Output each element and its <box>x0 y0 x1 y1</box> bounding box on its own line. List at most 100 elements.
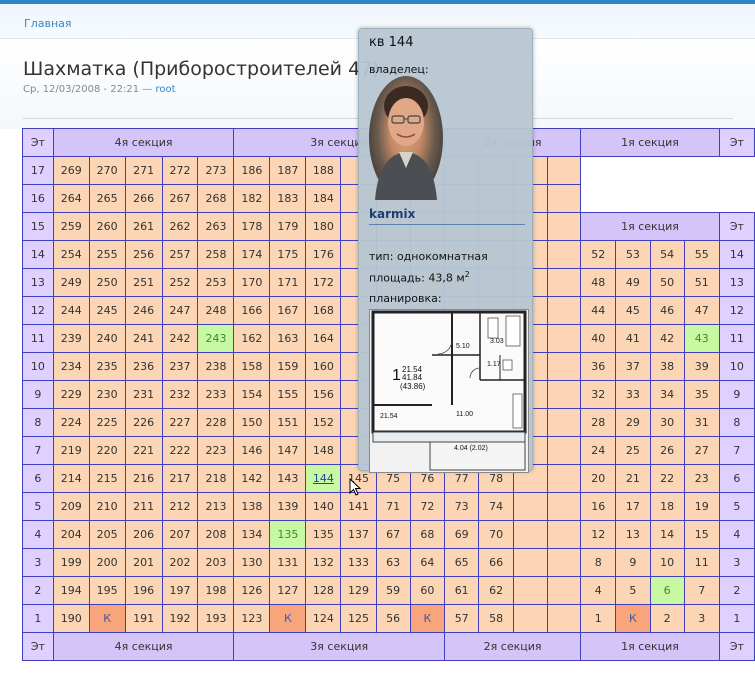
apartment-cell[interactable]: 147 <box>269 436 307 465</box>
apartment-cell[interactable]: 47 <box>683 296 720 325</box>
apartment-cell[interactable]: 44 <box>580 296 617 325</box>
apartment-cell[interactable]: 127 <box>269 576 307 605</box>
apartment-cell[interactable]: 216 <box>124 464 163 493</box>
apartment-cell[interactable]: 265 <box>88 184 126 213</box>
apartment-cell[interactable]: 186 <box>233 156 271 185</box>
apartment-cell[interactable]: 245 <box>88 296 126 325</box>
apartment-cell[interactable]: 64 <box>409 548 445 577</box>
apartment-cell[interactable]: 26 <box>649 436 685 465</box>
owner-avatar[interactable] <box>369 76 443 200</box>
apartment-cell[interactable] <box>546 212 582 241</box>
apartment-cell[interactable]: 222 <box>161 436 199 465</box>
apartment-cell[interactable]: 255 <box>88 240 126 269</box>
apartment-cell[interactable]: 183 <box>269 184 307 213</box>
apartment-cell[interactable]: 18 <box>649 492 685 521</box>
apartment-cell[interactable]: 175 <box>269 240 307 269</box>
apartment-cell[interactable]: 65 <box>443 548 480 577</box>
apartment-cell[interactable]: 13 <box>615 520 651 549</box>
apartment-cell[interactable]: 2 <box>649 604 685 633</box>
apartment-cell[interactable]: 30 <box>649 408 685 437</box>
apartment-cell[interactable]: 49 <box>615 268 651 297</box>
apartment-cell[interactable]: 230 <box>88 380 126 409</box>
apartment-cell[interactable]: 209 <box>52 492 90 521</box>
apartment-cell[interactable]: 242 <box>161 324 199 353</box>
apartment-cell[interactable]: 152 <box>305 408 342 437</box>
apartment-cell[interactable]: 198 <box>197 576 235 605</box>
apartment-cell[interactable]: 126 <box>233 576 271 605</box>
apartment-cell[interactable]: 217 <box>161 464 199 493</box>
apartment-cell[interactable]: 272 <box>161 156 199 185</box>
apartment-cell[interactable]: 215 <box>88 464 126 493</box>
apartment-cell[interactable] <box>546 240 582 269</box>
apartment-cell[interactable]: 263 <box>197 212 235 241</box>
apartment-cell[interactable]: 239 <box>52 324 90 353</box>
apartment-cell[interactable]: 260 <box>88 212 126 241</box>
apartment-cell[interactable]: 182 <box>233 184 271 213</box>
owner-username[interactable]: karmix <box>369 207 415 221</box>
apartment-cell[interactable]: 42 <box>649 324 685 353</box>
apartment-cell[interactable]: 246 <box>124 296 163 325</box>
apartment-cell[interactable]: 158 <box>233 352 271 381</box>
apartment-cell[interactable]: 269 <box>52 156 90 185</box>
apartment-cell[interactable]: 221 <box>124 436 163 465</box>
apartment-cell[interactable]: 17 <box>615 492 651 521</box>
apartment-cell[interactable]: 55 <box>683 240 720 269</box>
apartment-cell[interactable] <box>512 548 548 577</box>
apartment-cell[interactable] <box>546 156 582 185</box>
apartment-cell[interactable]: 134 <box>233 520 271 549</box>
apartment-cell[interactable]: 273 <box>197 156 235 185</box>
apartment-cell[interactable]: 267 <box>161 184 199 213</box>
apartment-cell[interactable]: 238 <box>197 352 235 381</box>
apartment-cell[interactable]: 202 <box>161 548 199 577</box>
apartment-cell[interactable]: 125 <box>340 604 377 633</box>
apartment-cell[interactable]: 193 <box>197 604 235 633</box>
apartment-cell[interactable]: 187 <box>269 156 307 185</box>
apartment-cell[interactable]: 219 <box>52 436 90 465</box>
apartment-cell[interactable]: 58 <box>478 604 514 633</box>
apartment-cell[interactable]: 231 <box>124 380 163 409</box>
apartment-cell[interactable]: 268 <box>197 184 235 213</box>
apartment-cell[interactable]: 257 <box>161 240 199 269</box>
apartment-cell[interactable]: 140 <box>305 492 342 521</box>
apartment-cell[interactable]: 31 <box>683 408 720 437</box>
apartment-cell[interactable]: 12 <box>580 520 617 549</box>
apartment-cell[interactable]: 63 <box>375 548 411 577</box>
apartment-cell[interactable]: 220 <box>88 436 126 465</box>
apartment-cell[interactable]: 50 <box>649 268 685 297</box>
apartment-cell[interactable]: 60 <box>409 576 445 605</box>
apartment-cell[interactable]: 72 <box>409 492 445 521</box>
apartment-cell[interactable]: 61 <box>443 576 480 605</box>
apartment-cell[interactable]: 71 <box>375 492 411 521</box>
apartment-cell[interactable]: 232 <box>161 380 199 409</box>
apartment-cell[interactable]: 21 <box>615 464 651 493</box>
apartment-cell[interactable]: 214 <box>52 464 90 493</box>
apartment-cell[interactable]: 23 <box>683 464 720 493</box>
apartment-cell[interactable]: 62 <box>478 576 514 605</box>
apartment-cell[interactable]: 226 <box>124 408 163 437</box>
floor-plan[interactable]: 1 21.54 41.84 (43.86) 21.54 5.10 3.03 1.… <box>369 309 529 473</box>
apartment-cell[interactable]: 228 <box>197 408 235 437</box>
apartment-cell[interactable]: 25 <box>615 436 651 465</box>
apartment-cell[interactable]: 229 <box>52 380 90 409</box>
apartment-cell[interactable]: 69 <box>443 520 480 549</box>
apartment-cell[interactable]: 22 <box>649 464 685 493</box>
apartment-cell[interactable] <box>546 352 582 381</box>
apartment-cell[interactable]: 135 <box>305 520 342 549</box>
apartment-cell[interactable]: 40 <box>580 324 617 353</box>
apartment-cell[interactable]: 190 <box>52 604 90 633</box>
apartment-cell[interactable]: 250 <box>88 268 126 297</box>
apartment-cell[interactable]: 271 <box>124 156 163 185</box>
apartment-cell[interactable]: 41 <box>615 324 651 353</box>
apartment-cell[interactable] <box>546 520 582 549</box>
apartment-cell[interactable]: 208 <box>197 520 235 549</box>
apartment-cell[interactable]: 252 <box>161 268 199 297</box>
apartment-cell[interactable]: 195 <box>88 576 126 605</box>
apartment-cell[interactable]: 163 <box>269 324 307 353</box>
apartment-cell[interactable]: 200 <box>88 548 126 577</box>
apartment-cell[interactable]: 264 <box>52 184 90 213</box>
apartment-cell[interactable]: 156 <box>305 380 342 409</box>
apartment-cell[interactable]: 130 <box>233 548 271 577</box>
commercial-cell[interactable]: К <box>88 604 126 633</box>
apartment-cell[interactable]: 237 <box>161 352 199 381</box>
apartment-cell[interactable]: 10 <box>649 548 685 577</box>
